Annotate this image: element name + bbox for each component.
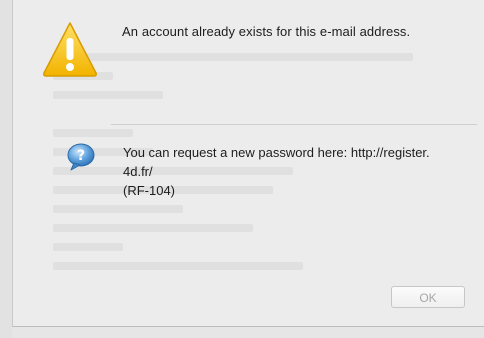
help-bubble-icon: ? bbox=[66, 142, 96, 172]
window-edge bbox=[0, 0, 12, 338]
alert-message: You can request a new password here: htt… bbox=[123, 143, 469, 200]
alert-title: An account already exists for this e-mai… bbox=[122, 24, 411, 39]
ok-button[interactable]: OK bbox=[391, 286, 465, 308]
alert-dialog: An account already exists for this e-mai… bbox=[12, 0, 484, 327]
svg-text:?: ? bbox=[77, 148, 85, 164]
message-line: (RF-104) bbox=[123, 183, 176, 198]
message-line: 4d.fr/ bbox=[123, 164, 153, 179]
message-line: You can request a new password here: htt… bbox=[123, 145, 430, 160]
divider bbox=[111, 124, 477, 125]
warning-triangle-icon bbox=[41, 20, 99, 78]
